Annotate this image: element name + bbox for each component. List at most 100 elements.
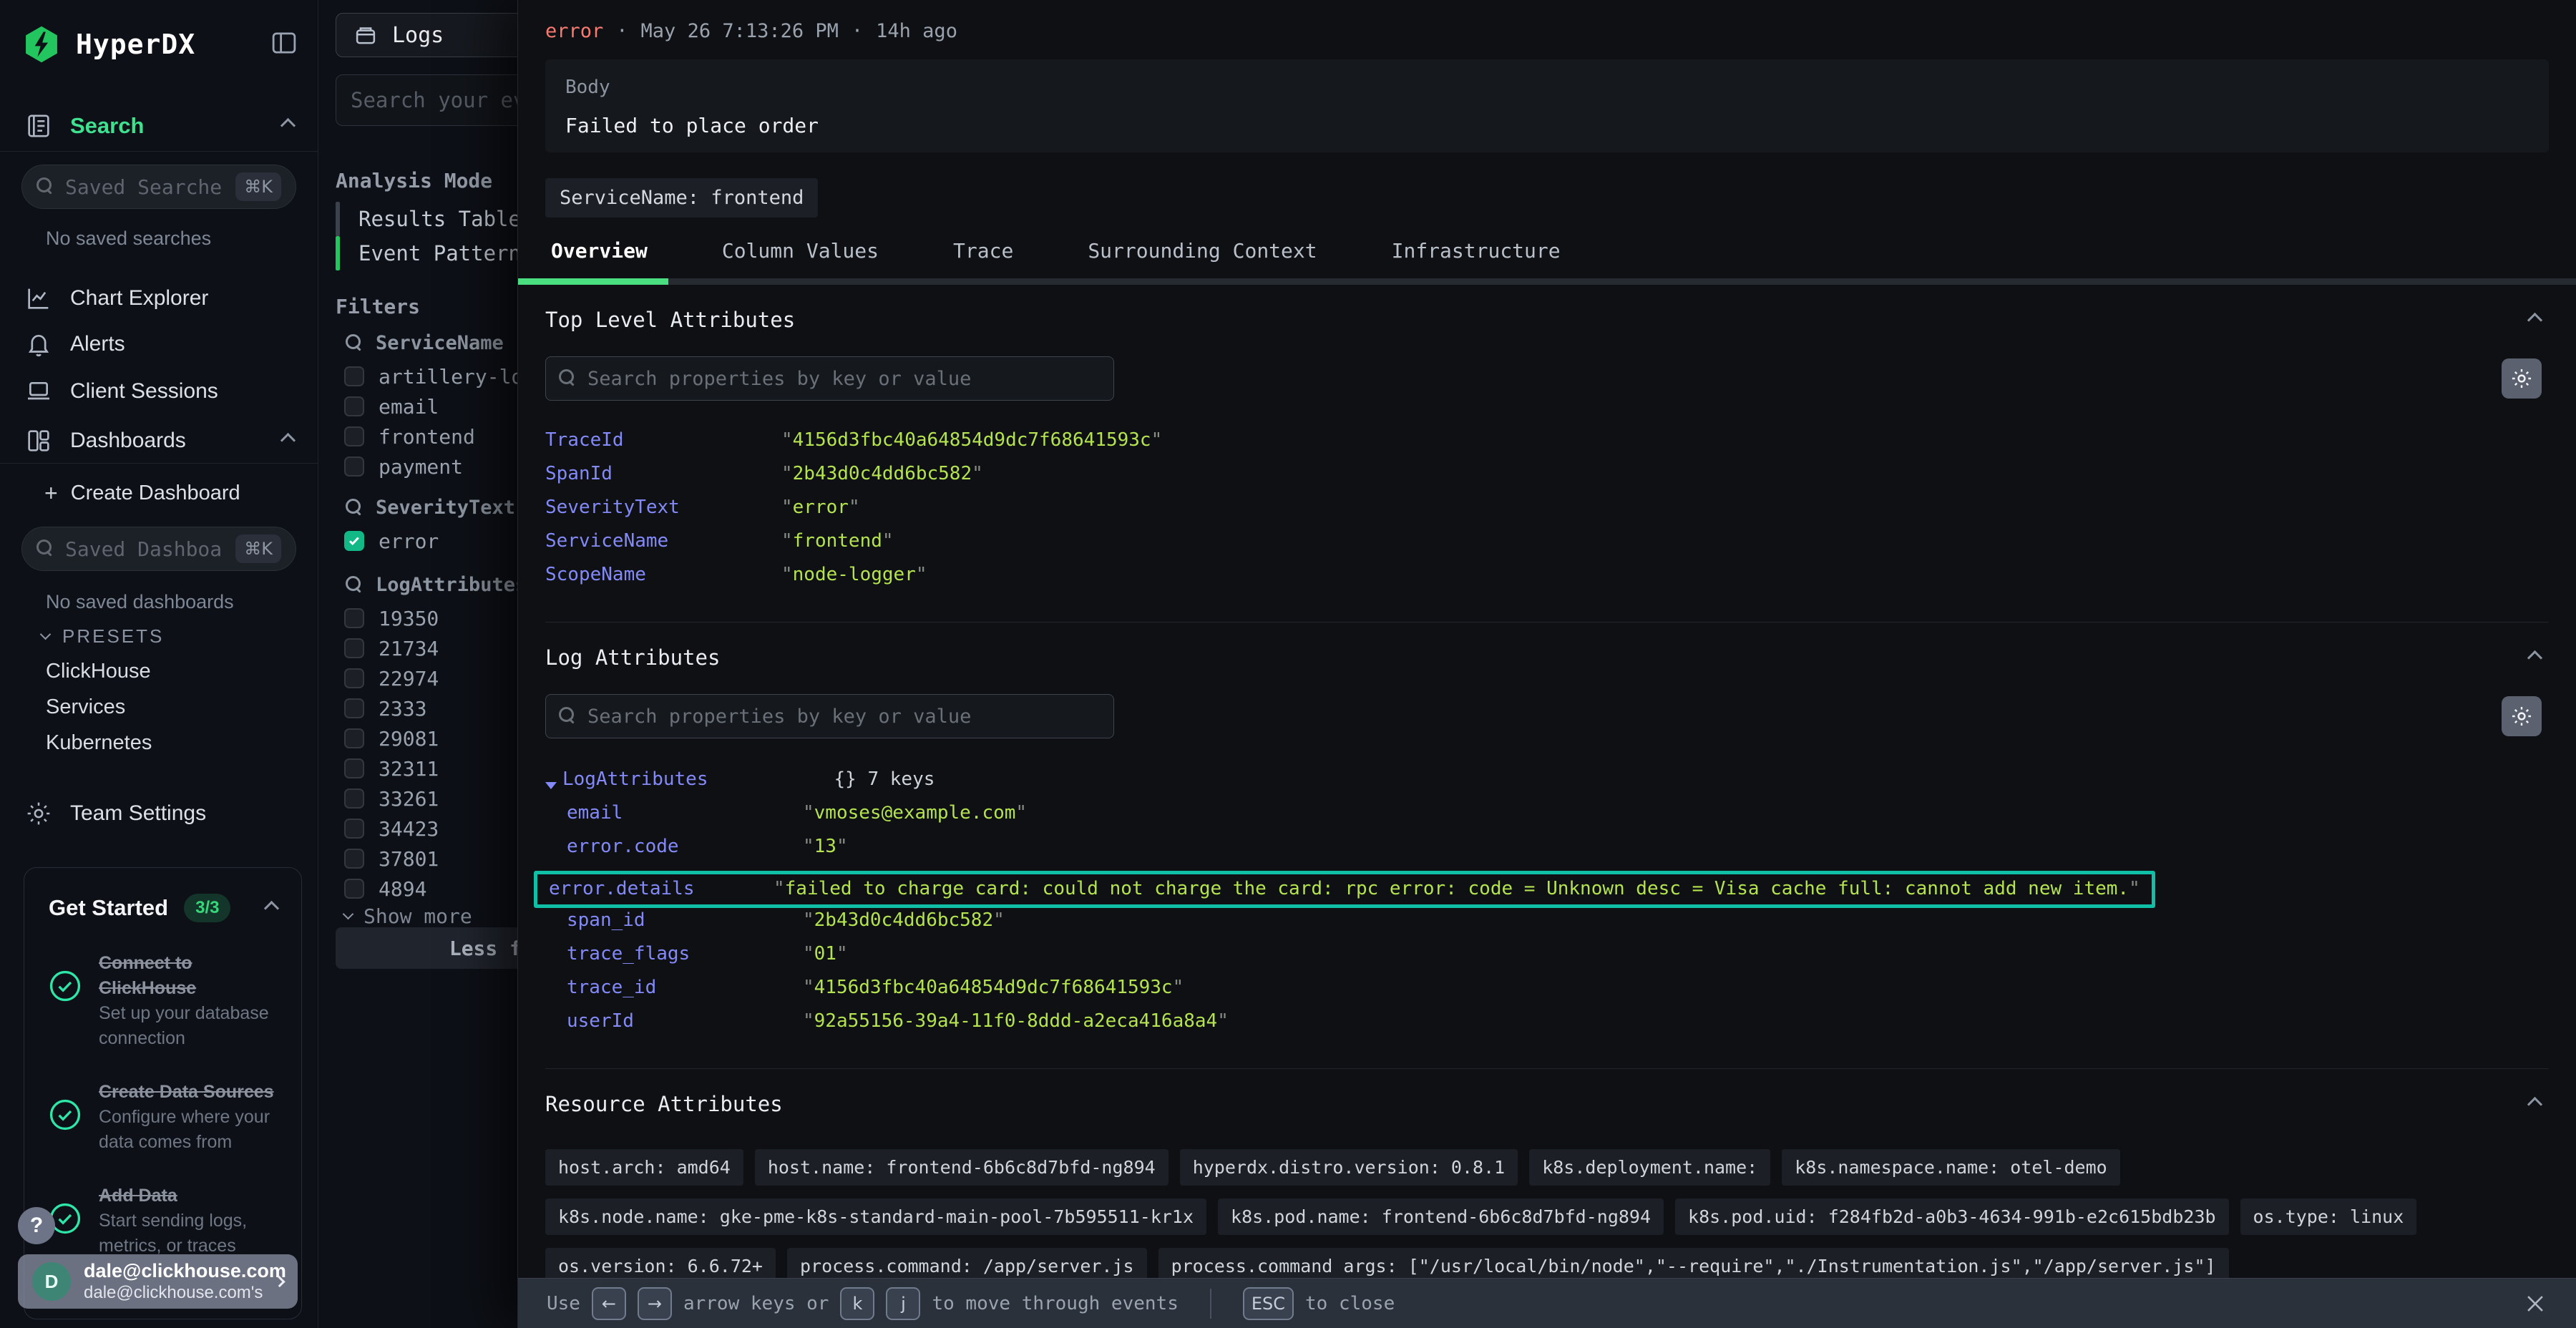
close-panel-icon[interactable]	[2523, 1292, 2547, 1316]
attribute-value[interactable]: 4156d3fbc40a64854d9dc7f68641593c	[793, 429, 1151, 451]
facet-severitytext-header[interactable]: SeverityText	[346, 497, 515, 519]
collapse-section-icon[interactable]	[2527, 312, 2542, 327]
resource-chip[interactable]: host.name: frontend-6b6c8d7bfd-ng894	[755, 1149, 1169, 1186]
caret-down-icon[interactable]	[545, 782, 557, 789]
attribute-row[interactable]: trace_flags"01"	[545, 943, 2549, 977]
attribute-row[interactable]: trace_id"4156d3fbc40a64854d9dc7f68641593…	[545, 977, 2549, 1010]
checkbox[interactable]	[344, 396, 364, 416]
attributes-settings-button[interactable]	[2502, 358, 2542, 399]
checkbox[interactable]	[344, 456, 364, 477]
checkbox[interactable]	[344, 426, 364, 446]
attribute-value[interactable]: 2b43d0c4dd6bc582	[814, 909, 993, 931]
attribute-value[interactable]: 4156d3fbc40a64854d9dc7f68641593c	[814, 977, 1173, 998]
saved-dashboards-input[interactable]: ⌘K	[21, 527, 296, 571]
attribute-value[interactable]: error	[793, 497, 849, 518]
resource-chip[interactable]: process.command: /app/server.js	[787, 1248, 1147, 1278]
checkbox-checked[interactable]	[344, 531, 364, 551]
facet-option[interactable]: email	[344, 392, 439, 421]
facet-option[interactable]: 32311	[344, 754, 439, 783]
resource-chip[interactable]: hyperdx.distro.version: 0.8.1	[1180, 1149, 1518, 1186]
resource-chip[interactable]: host.arch: amd64	[545, 1149, 743, 1186]
facet-option[interactable]: 19350	[344, 604, 439, 633]
facet-servicename-header[interactable]: ServiceName	[346, 332, 504, 354]
attribute-row[interactable]: TraceId"4156d3fbc40a64854d9dc7f68641593c…	[545, 429, 2549, 463]
attribute-key[interactable]: trace_flags	[567, 943, 803, 965]
attribute-row[interactable]: email"vmoses@example.com"	[545, 802, 2549, 836]
attribute-value[interactable]: 13	[814, 836, 836, 857]
resource-chip[interactable]: k8s.deployment.name:	[1529, 1149, 1770, 1186]
attribute-key[interactable]: userId	[567, 1010, 803, 1032]
facet-option[interactable]: frontend	[344, 422, 475, 451]
sidebar-item-search[interactable]: Search	[0, 100, 318, 152]
sidebar-item-dashboards[interactable]: Dashboards	[0, 418, 318, 464]
attribute-key[interactable]: email	[567, 802, 803, 824]
property-search-input[interactable]	[545, 356, 1114, 401]
chevron-up-icon[interactable]	[280, 433, 296, 448]
attribute-row[interactable]: SeverityText"error"	[545, 497, 2549, 530]
sidebar-item-team-settings[interactable]: Team Settings	[0, 793, 318, 834]
checkbox[interactable]	[344, 879, 364, 899]
sidebar-item-chart-explorer[interactable]: Chart Explorer	[0, 278, 318, 319]
attribute-key[interactable]: ServiceName	[545, 530, 781, 552]
facet-option-checked[interactable]: error	[344, 527, 439, 555]
checkbox[interactable]	[344, 819, 364, 839]
checkbox[interactable]	[344, 698, 364, 718]
mode-results-table[interactable]: Results Table	[336, 202, 521, 236]
get-started-step-sources[interactable]: Create Data Sources Configure where your…	[49, 1080, 277, 1155]
sidebar-item-client-sessions[interactable]: Client Sessions	[0, 371, 318, 412]
checkbox[interactable]	[344, 728, 364, 748]
checkbox[interactable]	[344, 668, 364, 688]
checkbox[interactable]	[344, 788, 364, 809]
attribute-row-highlighted[interactable]: error.details"failed to charge card: cou…	[534, 871, 2155, 908]
resource-chip[interactable]: k8s.node.name: gke-pme-k8s-standard-main…	[545, 1198, 1206, 1235]
attribute-key[interactable]: error.details	[549, 878, 774, 899]
logattributes-root-row[interactable]: LogAttributes {} 7 keys	[545, 768, 2549, 802]
resource-chip[interactable]: os.version: 6.6.72+	[545, 1248, 776, 1278]
preset-services[interactable]: Services	[46, 695, 125, 719]
checkbox[interactable]	[344, 758, 364, 778]
get-started-step-connect[interactable]: Connect to ClickHouse Set up your databa…	[49, 951, 277, 1051]
property-search-field[interactable]	[587, 706, 1101, 728]
facet-option[interactable]: 2333	[344, 694, 426, 723]
get-started-step-add-data[interactable]: Add Data Start sending logs, metrics, or…	[49, 1183, 277, 1259]
property-search-input[interactable]	[545, 694, 1114, 738]
mode-event-patterns[interactable]: Event Patterns	[336, 236, 533, 270]
attribute-key[interactable]: SpanId	[545, 463, 781, 484]
attribute-key[interactable]: TraceId	[545, 429, 781, 451]
tab-column-values[interactable]: Column Values	[722, 239, 879, 263]
event-detail-scroll[interactable]: error · May 26 7:13:26 PM · 14h ago Body…	[518, 0, 2576, 1278]
preset-clickhouse[interactable]: ClickHouse	[46, 660, 151, 683]
attribute-value[interactable]: vmoses@example.com	[814, 802, 1016, 824]
resource-chip[interactable]: process.command args: ["/usr/local/bin/n…	[1158, 1248, 2229, 1278]
checkbox[interactable]	[344, 608, 364, 628]
checkbox[interactable]	[344, 638, 364, 658]
checkbox[interactable]	[344, 849, 364, 869]
chevron-up-icon[interactable]	[264, 900, 279, 915]
attribute-value[interactable]: frontend	[793, 530, 882, 552]
attribute-row[interactable]: ServiceName"frontend"	[545, 530, 2549, 564]
saved-searches-input[interactable]: ⌘K	[21, 165, 296, 209]
attribute-row[interactable]: span_id"2b43d0c4dd6bc582"	[545, 909, 2549, 943]
facet-option[interactable]: payment	[344, 452, 463, 481]
preset-kubernetes[interactable]: Kubernetes	[46, 731, 152, 755]
facet-option[interactable]: 37801	[344, 844, 439, 873]
facet-option[interactable]: 22974	[344, 664, 439, 693]
resource-chip[interactable]: k8s.namespace.name: otel-demo	[1782, 1149, 2120, 1186]
service-name-tag[interactable]: ServiceName: frontend	[545, 178, 818, 218]
attribute-row[interactable]: userId"92a55156-39a4-11f0-8ddd-a2eca416a…	[545, 1010, 2549, 1044]
tab-surrounding-context[interactable]: Surrounding Context	[1088, 239, 1317, 263]
attribute-value[interactable]: failed to charge card: could not charge …	[785, 878, 2129, 899]
resource-chip[interactable]: k8s.pod.uid: f284fb2d-a0b3-4634-991b-e2c…	[1675, 1198, 2229, 1235]
facet-option[interactable]: 21734	[344, 634, 439, 663]
resource-chip[interactable]: os.type: linux	[2240, 1198, 2417, 1235]
collapse-sidebar-icon[interactable]	[269, 28, 299, 62]
attribute-row[interactable]: ScopeName"node-logger"	[545, 564, 2549, 597]
collapse-section-icon[interactable]	[2527, 650, 2542, 665]
tab-infrastructure[interactable]: Infrastructure	[1392, 239, 1561, 263]
tab-overview[interactable]: Overview	[551, 239, 648, 263]
tab-trace[interactable]: Trace	[953, 239, 1013, 263]
property-search-field[interactable]	[587, 368, 1101, 390]
attributes-settings-button[interactable]	[2502, 696, 2542, 736]
attribute-value[interactable]: node-logger	[793, 564, 916, 585]
facet-option[interactable]: 33261	[344, 784, 439, 813]
